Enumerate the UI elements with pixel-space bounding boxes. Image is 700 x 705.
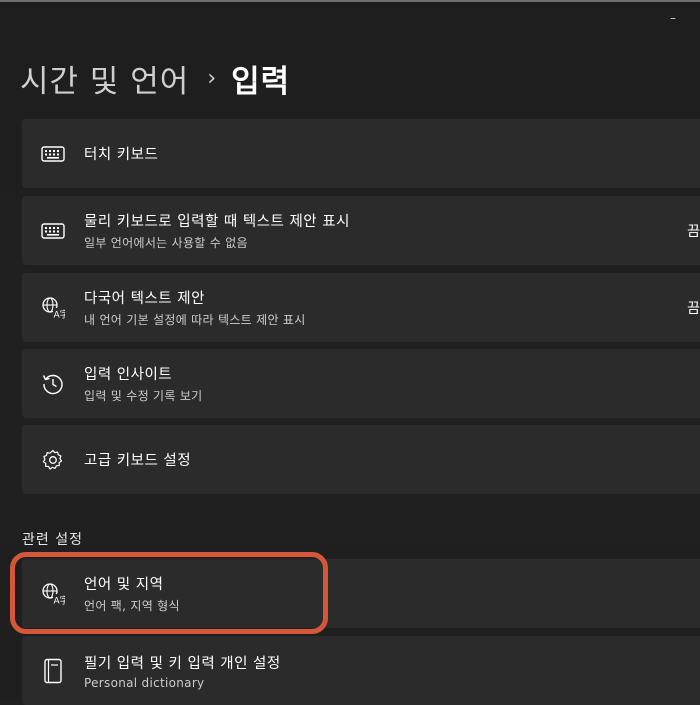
card-text: 다국어 텍스트 제안 내 언어 기본 설정에 따라 텍스트 제안 표시 <box>84 287 306 328</box>
card-text: 입력 인사이트 입력 및 수정 기록 보기 <box>84 363 203 404</box>
history-icon <box>40 371 66 397</box>
card-text: 터치 키보드 <box>84 143 158 164</box>
card-text: 고급 키보드 설정 <box>84 449 191 470</box>
window-top-border <box>0 0 700 2</box>
svg-text:A字: A字 <box>54 308 66 320</box>
touch-keyboard-card[interactable]: 터치 키보드 <box>22 119 700 188</box>
breadcrumb: 시간 및 언어 › 입력 <box>20 56 290 100</box>
card-title: 입력 인사이트 <box>84 367 173 383</box>
card-title: 다국어 텍스트 제안 <box>84 291 205 307</box>
card-subtitle: 입력 및 수정 기록 보기 <box>84 389 203 403</box>
card-text: 필기 입력 및 키 입력 개인 설정 Personal dictionary <box>84 652 281 690</box>
breadcrumb-separator: › <box>207 65 218 91</box>
page-title: 입력 <box>231 63 291 100</box>
card-title: 터치 키보드 <box>84 147 159 163</box>
card-title: 언어 및 지역 <box>84 577 164 593</box>
toggle-status-label: 끔 <box>687 223 700 240</box>
notebook-icon <box>40 658 66 684</box>
card-title: 고급 키보드 설정 <box>84 453 192 469</box>
language-region-card[interactable]: A字 언어 및 지역 언어 팩, 지역 형식 <box>22 559 700 628</box>
language-icon: A字 <box>40 295 66 321</box>
keyboard-icon <box>40 141 66 167</box>
card-subtitle: 언어 팩, 지역 형식 <box>84 599 180 613</box>
minimize-button[interactable]: – <box>658 6 688 30</box>
card-title: 필기 입력 및 키 입력 개인 설정 <box>84 655 281 672</box>
card-title: 물리 키보드로 입력할 때 텍스트 제안 표시 <box>84 214 350 230</box>
toggle-status-label: 끔 <box>687 300 700 317</box>
handwriting-personalization-card[interactable]: 필기 입력 및 키 입력 개인 설정 Personal dictionary <box>22 636 700 705</box>
card-text: 물리 키보드로 입력할 때 텍스트 제안 표시 일부 언어에서는 사용할 수 없… <box>84 210 350 251</box>
physical-keyboard-suggestions-card[interactable]: 물리 키보드로 입력할 때 텍스트 제안 표시 일부 언어에서는 사용할 수 없… <box>22 196 700 265</box>
keyboard-icon <box>40 218 66 244</box>
breadcrumb-parent[interactable]: 시간 및 언어 <box>20 56 189 101</box>
related-settings-header: 관련 설정 <box>22 532 83 548</box>
multilingual-suggestions-card[interactable]: A字 다국어 텍스트 제안 내 언어 기본 설정에 따라 텍스트 제안 표시 끔 <box>22 273 700 342</box>
gear-icon <box>40 447 66 473</box>
card-subtitle: 일부 언어에서는 사용할 수 없음 <box>84 236 248 250</box>
card-text: 언어 및 지역 언어 팩, 지역 형식 <box>84 573 180 614</box>
card-subtitle: 내 언어 기본 설정에 따라 텍스트 제안 표시 <box>84 313 306 327</box>
svg-text:A字: A字 <box>54 594 66 606</box>
card-subtitle: Personal dictionary <box>84 675 205 690</box>
language-icon: A字 <box>40 581 66 607</box>
typing-insights-card[interactable]: 입력 인사이트 입력 및 수정 기록 보기 <box>22 349 700 418</box>
advanced-keyboard-settings-card[interactable]: 고급 키보드 설정 <box>22 425 700 494</box>
